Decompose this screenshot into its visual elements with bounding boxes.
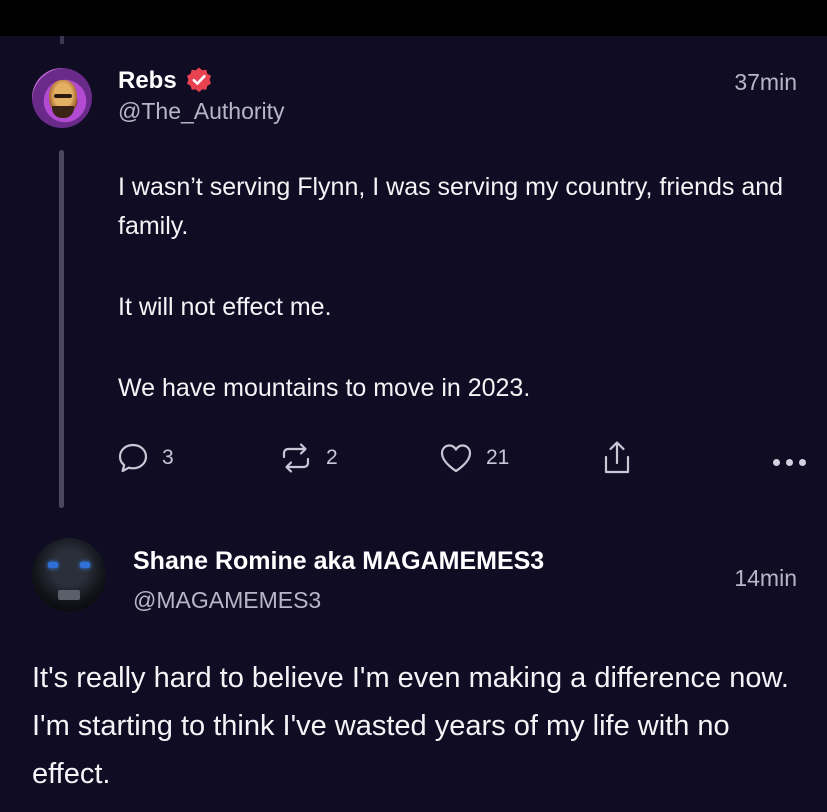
avatar-eye-left xyxy=(48,562,58,568)
author-handle[interactable]: @The_Authority xyxy=(118,98,285,125)
more-dots-icon xyxy=(773,458,806,466)
reply-button[interactable]: 3 xyxy=(116,438,174,478)
author-name[interactable]: Shane Romine aka MAGAMEMES3 xyxy=(133,547,544,576)
post-actions-bar: 3 2 21 xyxy=(116,438,806,478)
avatar-mouth xyxy=(58,590,80,600)
like-count: 21 xyxy=(486,446,510,469)
share-upload-icon xyxy=(604,441,630,474)
post-timestamp: 37min xyxy=(734,69,797,95)
like-button[interactable]: 21 xyxy=(438,438,509,478)
share-button[interactable] xyxy=(600,438,634,478)
top-status-bar xyxy=(0,0,827,36)
repost-arrows-icon xyxy=(282,443,310,473)
avatar[interactable] xyxy=(32,538,106,612)
post-body: It's really hard to believe I'm even mak… xyxy=(32,662,789,790)
post-body: I wasn’t serving Flynn, I was serving my… xyxy=(118,168,798,450)
avatar-beard xyxy=(52,106,74,118)
repost-count: 2 xyxy=(326,446,338,469)
repost-button[interactable]: 2 xyxy=(278,438,338,478)
verified-badge-icon xyxy=(187,67,211,93)
reply-count: 3 xyxy=(162,446,174,469)
post-paragraph: It will not effect me. xyxy=(118,293,332,321)
post-paragraph: I wasn’t serving Flynn, I was serving my… xyxy=(118,173,784,240)
heart-icon xyxy=(440,444,472,473)
post-timestamp: 14min xyxy=(734,565,797,591)
thread-line xyxy=(59,150,64,508)
thread-line-top-stub xyxy=(60,36,64,44)
avatar[interactable] xyxy=(32,68,92,128)
post-paragraph: We have mountains to move in 2023. xyxy=(118,374,531,402)
author-name[interactable]: Rebs xyxy=(118,67,177,95)
comment-bubble-icon xyxy=(118,443,148,473)
author-handle[interactable]: @MAGAMEMES3 xyxy=(133,587,321,614)
more-options-button[interactable] xyxy=(773,442,806,482)
avatar-brow xyxy=(54,94,72,98)
avatar-eye-right xyxy=(80,562,90,568)
